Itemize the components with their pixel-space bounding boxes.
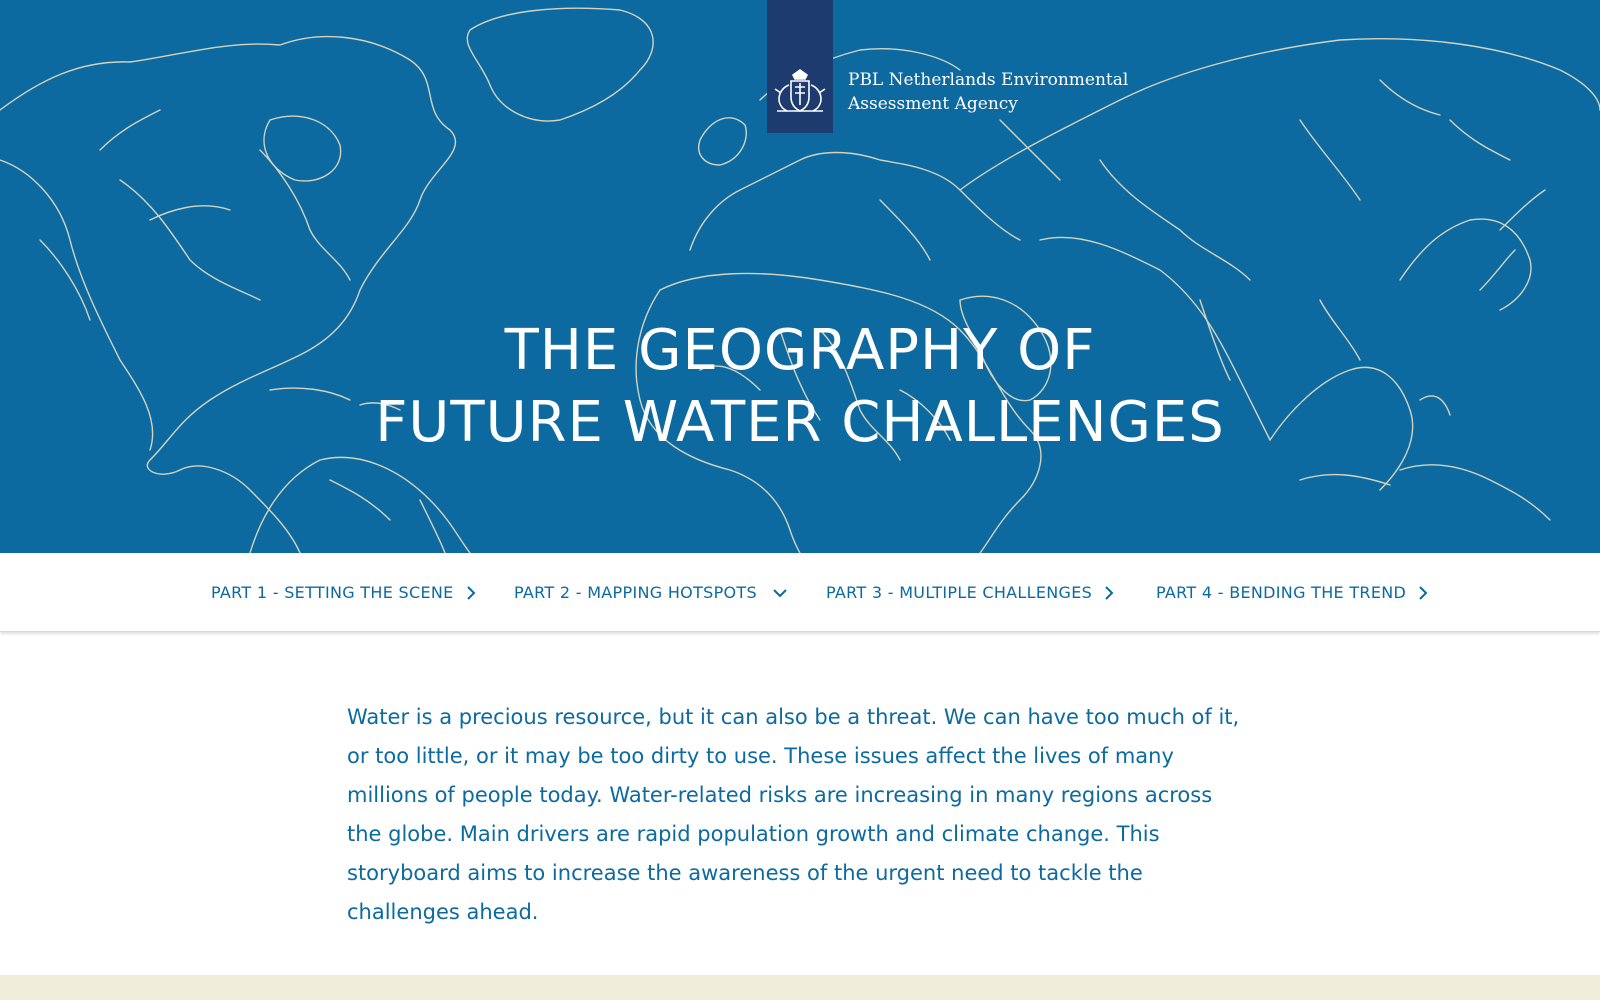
- chevron-right-icon: [1104, 585, 1114, 600]
- nav-item-part-1[interactable]: PART 1 - SETTING THE SCENE: [211, 553, 476, 632]
- org-name-line1: PBL Netherlands Environmental: [848, 70, 1129, 90]
- nav-item-part-4[interactable]: PART 4 - BENDING THE TREND: [1156, 553, 1428, 632]
- chevron-right-icon: [1418, 585, 1428, 600]
- nav-item-part-2[interactable]: PART 2 - MAPPING HOTSPOTS: [514, 553, 787, 632]
- nav-item-label: PART 2 - MAPPING HOTSPOTS: [514, 583, 757, 602]
- footer-band: [0, 975, 1600, 1000]
- org-name[interactable]: PBL Netherlands Environmental Assessment…: [848, 68, 1128, 116]
- chevron-down-icon: [773, 588, 787, 598]
- intro-paragraph: Water is a precious resource, but it can…: [347, 705, 1240, 924]
- page-title: THE GEOGRAPHY OF FUTURE WATER CHALLENGES: [0, 315, 1600, 459]
- main-navigation: PART 1 - SETTING THE SCENE PART 2 - MAPP…: [0, 553, 1600, 632]
- chevron-right-icon: [466, 585, 476, 600]
- nav-item-label: PART 1 - SETTING THE SCENE: [211, 583, 454, 602]
- org-name-line2: Assessment Agency: [848, 94, 1018, 114]
- page-title-line2: FUTURE WATER CHALLENGES: [375, 390, 1225, 455]
- nav-item-part-3[interactable]: PART 3 - MULTIPLE CHALLENGES: [826, 553, 1114, 632]
- hero-banner: PBL Netherlands Environmental Assessment…: [0, 0, 1600, 553]
- coat-of-arms-icon: [774, 69, 826, 112]
- logo-block[interactable]: [767, 0, 833, 133]
- page-title-line1: THE GEOGRAPHY OF: [504, 318, 1096, 383]
- nav-item-label: PART 4 - BENDING THE TREND: [1156, 583, 1407, 602]
- nav-item-label: PART 3 - MULTIPLE CHALLENGES: [826, 583, 1093, 602]
